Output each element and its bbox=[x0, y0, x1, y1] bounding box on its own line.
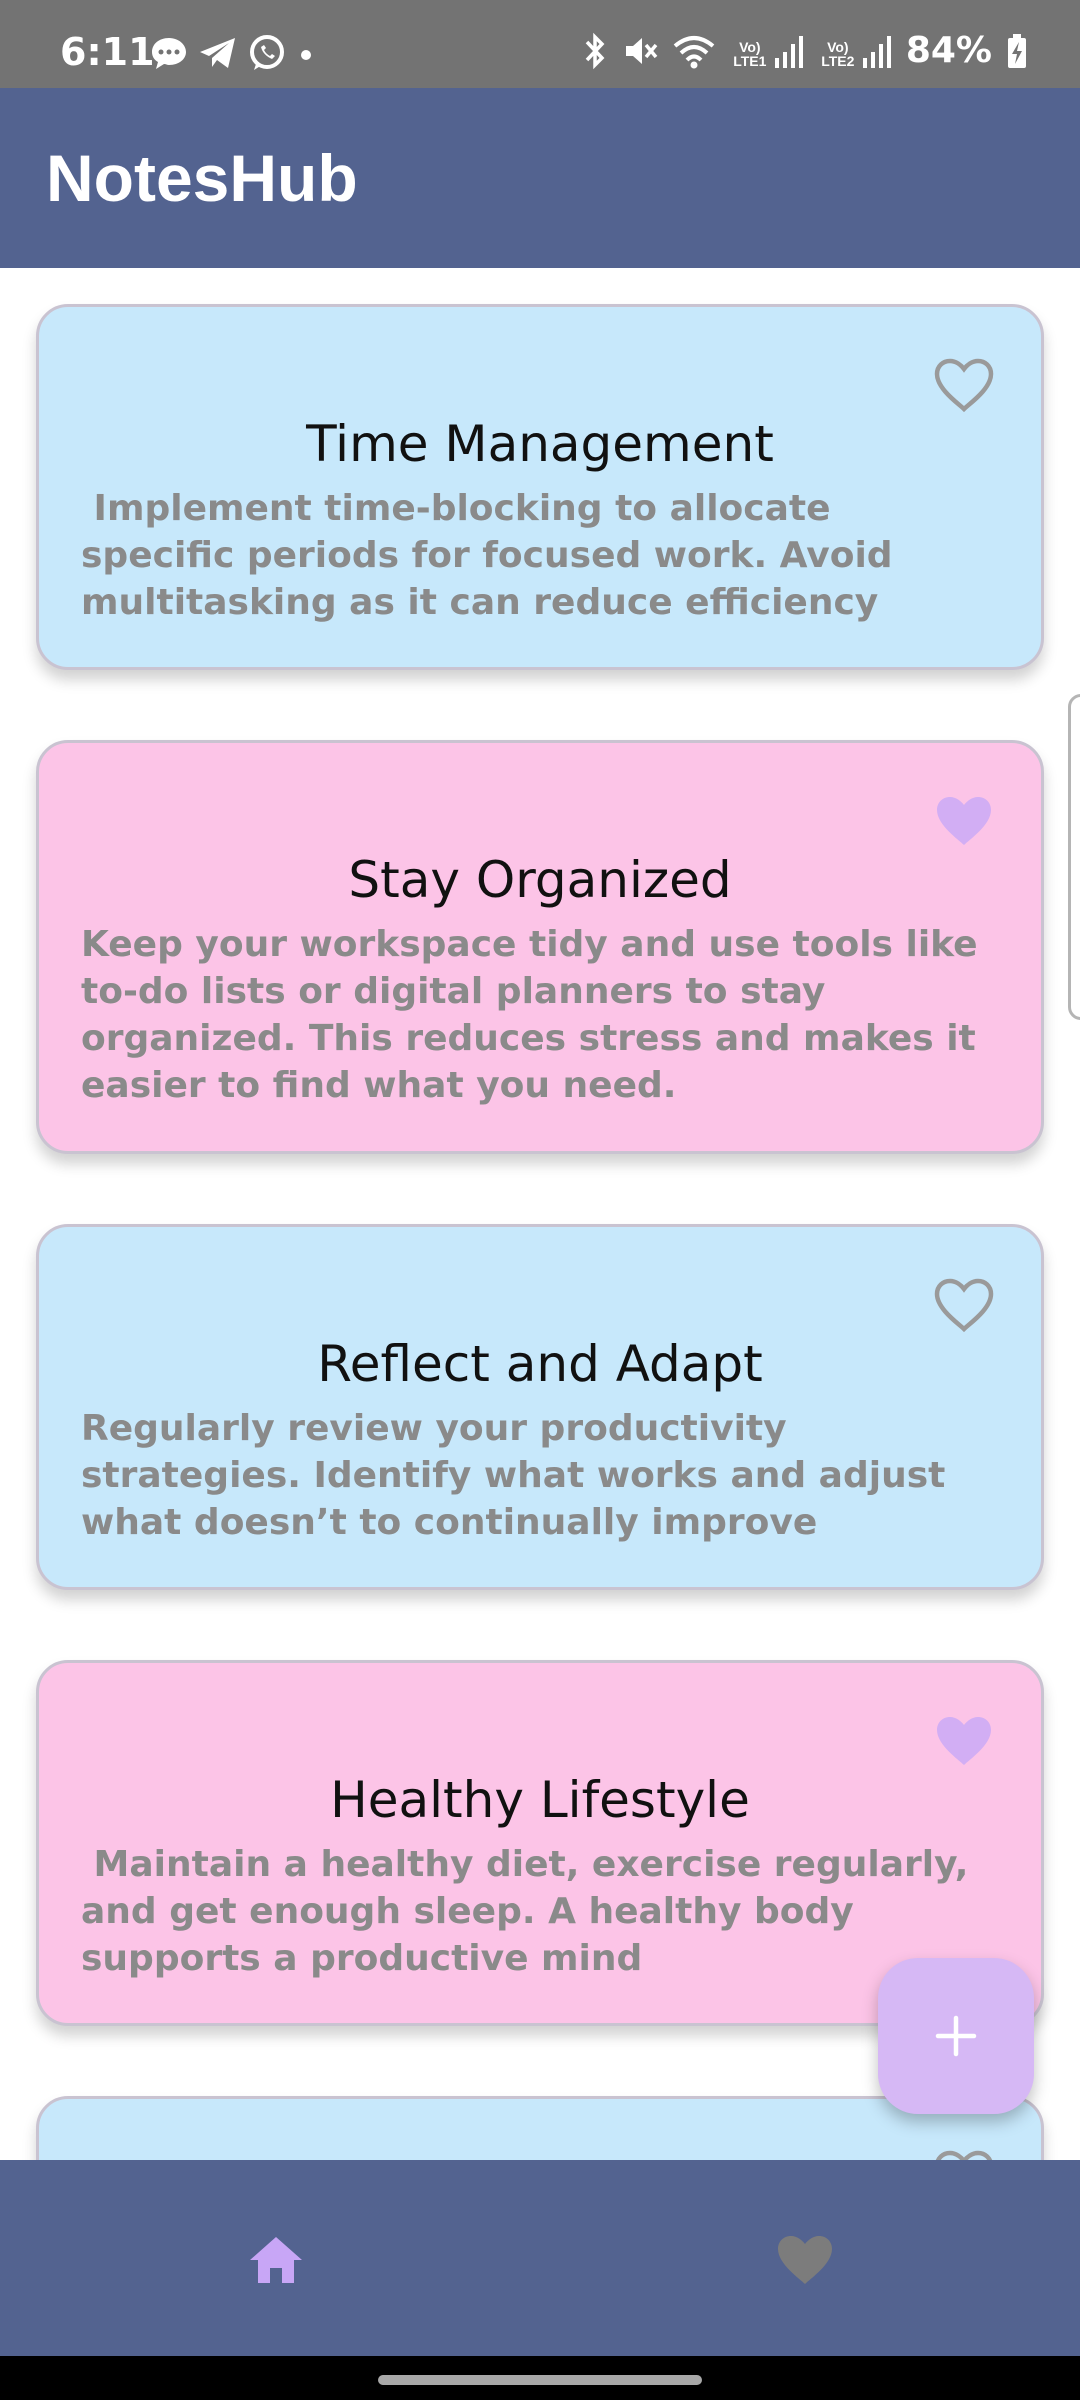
dot-icon bbox=[301, 50, 311, 60]
note-body: Implement time-blocking to allocate spec… bbox=[81, 488, 906, 623]
note-title: Time Management bbox=[306, 415, 774, 473]
note-card[interactable]: Reflect and Adapt Regularly review your … bbox=[36, 1224, 1044, 1590]
telegram-icon bbox=[200, 38, 235, 68]
notification-icons bbox=[150, 34, 316, 72]
heart-filled-icon[interactable] bbox=[933, 793, 995, 849]
messages-icon bbox=[152, 38, 186, 69]
battery-charging-icon bbox=[1008, 33, 1026, 68]
lte2-label: Vo) LTE2 bbox=[821, 38, 855, 69]
note-body: Regularly review your productivity strat… bbox=[81, 1408, 958, 1543]
note-title: Stay Organized bbox=[348, 851, 732, 909]
app-bar: NotesHub bbox=[0, 88, 1080, 268]
status-bar: 6:11 Vo) LTE1 Vo) LTE2 84% bbox=[0, 0, 1080, 88]
mute-icon bbox=[625, 37, 658, 64]
heart-outline-icon[interactable] bbox=[933, 357, 995, 413]
lte2-signal-icon: Vo) LTE2 bbox=[818, 34, 892, 68]
heart-filled-icon[interactable] bbox=[933, 1713, 995, 1769]
bottom-navigation bbox=[0, 2160, 1080, 2356]
note-card[interactable]: Time Management Implement time-blocking … bbox=[36, 304, 1044, 670]
lte1-label: Vo) LTE1 bbox=[733, 38, 767, 69]
system-status-icons: Vo) LTE1 Vo) LTE2 84% bbox=[582, 30, 1028, 71]
note-card[interactable]: Stay Organized Keep your workspace tidy … bbox=[36, 740, 1044, 1154]
gesture-handle[interactable] bbox=[378, 2375, 702, 2385]
system-navigation-bar bbox=[0, 2356, 1080, 2400]
note-body: Maintain a healthy diet, exercise regula… bbox=[81, 1844, 981, 1979]
lte1-signal-icon: Vo) LTE1 bbox=[730, 34, 804, 68]
add-note-button[interactable] bbox=[878, 1958, 1034, 2114]
home-icon bbox=[250, 2237, 302, 2283]
edge-panel-handle[interactable] bbox=[1068, 694, 1080, 1020]
note-body: Keep your workspace tidy and use tools l… bbox=[81, 924, 991, 1106]
status-time: 6:11 bbox=[60, 30, 155, 74]
heart-icon bbox=[778, 2236, 832, 2284]
nav-home[interactable] bbox=[236, 2220, 316, 2300]
app-title: NotesHub bbox=[46, 141, 358, 215]
bluetooth-icon bbox=[585, 32, 605, 69]
nav-favorites[interactable] bbox=[765, 2220, 845, 2300]
heart-outline-icon[interactable] bbox=[933, 2149, 995, 2160]
heart-outline-icon[interactable] bbox=[933, 1277, 995, 1333]
notes-list[interactable]: Time Management Implement time-blocking … bbox=[0, 268, 1080, 2160]
whatsapp-icon bbox=[250, 35, 284, 70]
note-title: Healthy Lifestyle bbox=[330, 1771, 750, 1829]
note-title: Reflect and Adapt bbox=[317, 1335, 763, 1393]
wifi-icon bbox=[673, 35, 715, 68]
plus-icon bbox=[935, 2015, 977, 2057]
battery-percentage: 84% bbox=[905, 30, 992, 71]
